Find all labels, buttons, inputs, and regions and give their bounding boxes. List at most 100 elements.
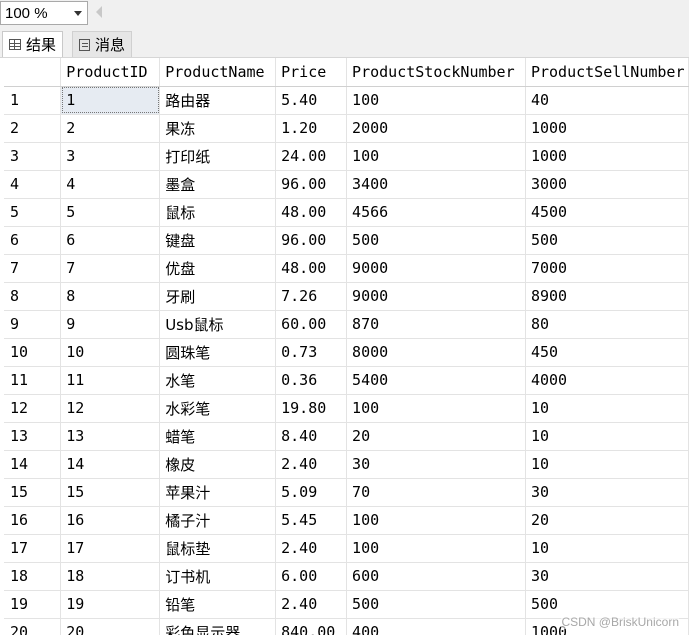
cell-productname[interactable]: 果冻 <box>159 114 277 143</box>
table-row[interactable]: 7 7 优盘 48.00 9000 7000 <box>4 254 689 283</box>
table-row[interactable]: 17 17 鼠标垫 2.40 100 10 <box>4 534 689 563</box>
cell-productid[interactable]: 19 <box>60 590 161 619</box>
cell-productname[interactable]: 订书机 <box>159 562 277 591</box>
cell-productsellnumber[interactable]: 10 <box>525 534 689 563</box>
cell-productname[interactable]: 苹果汁 <box>159 478 277 507</box>
row-number[interactable]: 14 <box>4 450 62 479</box>
cell-productsellnumber[interactable]: 10 <box>525 450 689 479</box>
table-row[interactable]: 9 9 Usb鼠标 60.00 870 80 <box>4 310 689 339</box>
row-number[interactable]: 7 <box>4 254 62 283</box>
cell-productsellnumber[interactable]: 450 <box>525 338 689 367</box>
cell-productid[interactable]: 20 <box>60 618 161 635</box>
table-row[interactable]: 3 3 打印纸 24.00 100 1000 <box>4 142 689 171</box>
cell-productid[interactable]: 5 <box>60 198 161 227</box>
cell-price[interactable]: 0.73 <box>275 338 348 367</box>
cell-productstocknumber[interactable]: 500 <box>346 590 526 619</box>
table-row[interactable]: 12 12 水彩笔 19.80 100 10 <box>4 394 689 423</box>
cell-productstocknumber[interactable]: 870 <box>346 310 526 339</box>
cell-productstocknumber[interactable]: 70 <box>346 478 526 507</box>
cell-productid[interactable]: 1 <box>60 86 161 115</box>
table-row[interactable]: 10 10 圆珠笔 0.73 8000 450 <box>4 338 689 367</box>
zoom-select[interactable]: 100 % <box>0 1 88 25</box>
cell-productsellnumber[interactable]: 3000 <box>525 170 689 199</box>
cell-productid[interactable]: 10 <box>60 338 161 367</box>
cell-productname[interactable]: 彩色显示器 <box>159 618 277 635</box>
cell-productsellnumber[interactable]: 500 <box>525 590 689 619</box>
table-row[interactable]: 16 16 橘子汁 5.45 100 20 <box>4 506 689 535</box>
cell-productstocknumber[interactable]: 100 <box>346 86 526 115</box>
cell-price[interactable]: 19.80 <box>275 394 348 423</box>
table-row[interactable]: 4 4 墨盒 96.00 3400 3000 <box>4 170 689 199</box>
cell-productstocknumber[interactable]: 30 <box>346 450 526 479</box>
cell-productstocknumber[interactable]: 4566 <box>346 198 526 227</box>
cell-productid[interactable]: 18 <box>60 562 161 591</box>
row-number[interactable]: 20 <box>4 618 62 635</box>
cell-price[interactable]: 840.00 <box>275 618 348 635</box>
table-row[interactable]: 15 15 苹果汁 5.09 70 30 <box>4 478 689 507</box>
cell-price[interactable]: 5.09 <box>275 478 348 507</box>
cell-price[interactable]: 2.40 <box>275 590 348 619</box>
cell-price[interactable]: 96.00 <box>275 170 348 199</box>
row-number[interactable]: 1 <box>4 86 62 115</box>
cell-productstocknumber[interactable]: 100 <box>346 142 526 171</box>
cell-productname[interactable]: Usb鼠标 <box>159 310 277 339</box>
row-number[interactable]: 19 <box>4 590 62 619</box>
cell-productsellnumber[interactable]: 30 <box>525 562 689 591</box>
cell-productid[interactable]: 6 <box>60 226 161 255</box>
cell-productname[interactable]: 水笔 <box>159 366 277 395</box>
cell-price[interactable]: 48.00 <box>275 254 348 283</box>
table-row[interactable]: 19 19 铅笔 2.40 500 500 <box>4 590 689 619</box>
cell-productname[interactable]: 蜡笔 <box>159 422 277 451</box>
cell-productstocknumber[interactable]: 500 <box>346 226 526 255</box>
cell-price[interactable]: 2.40 <box>275 450 348 479</box>
row-number[interactable]: 15 <box>4 478 62 507</box>
cell-productstocknumber[interactable]: 600 <box>346 562 526 591</box>
table-row[interactable]: 5 5 鼠标 48.00 4566 4500 <box>4 198 689 227</box>
row-number[interactable]: 2 <box>4 114 62 143</box>
cell-productid[interactable]: 14 <box>60 450 161 479</box>
cell-price[interactable]: 96.00 <box>275 226 348 255</box>
cell-productid[interactable]: 9 <box>60 310 161 339</box>
cell-productid[interactable]: 13 <box>60 422 161 451</box>
table-row[interactable]: 11 11 水笔 0.36 5400 4000 <box>4 366 689 395</box>
cell-productsellnumber[interactable]: 20 <box>525 506 689 535</box>
cell-productstocknumber[interactable]: 100 <box>346 506 526 535</box>
cell-productsellnumber[interactable]: 10 <box>525 422 689 451</box>
cell-productname[interactable]: 橡皮 <box>159 450 277 479</box>
scroll-left-arrow-icon[interactable] <box>96 6 102 18</box>
row-number-header[interactable] <box>4 58 62 87</box>
cell-productsellnumber[interactable]: 1000 <box>525 114 689 143</box>
cell-price[interactable]: 5.40 <box>275 86 348 115</box>
cell-productstocknumber[interactable]: 100 <box>346 534 526 563</box>
row-number[interactable]: 5 <box>4 198 62 227</box>
cell-productid[interactable]: 3 <box>60 142 161 171</box>
row-number[interactable]: 4 <box>4 170 62 199</box>
cell-productsellnumber[interactable]: 4500 <box>525 198 689 227</box>
column-header-productstocknumber[interactable]: ProductStockNumber <box>346 58 526 87</box>
cell-productname[interactable]: 优盘 <box>159 254 277 283</box>
cell-productname[interactable]: 墨盒 <box>159 170 277 199</box>
cell-price[interactable]: 6.00 <box>275 562 348 591</box>
cell-productid[interactable]: 17 <box>60 534 161 563</box>
cell-productsellnumber[interactable]: 30 <box>525 478 689 507</box>
cell-price[interactable]: 0.36 <box>275 366 348 395</box>
table-row[interactable]: 18 18 订书机 6.00 600 30 <box>4 562 689 591</box>
cell-productsellnumber[interactable]: 8900 <box>525 282 689 311</box>
table-row[interactable]: 1 1 路由器 5.40 100 40 <box>4 86 689 115</box>
row-number[interactable]: 3 <box>4 142 62 171</box>
table-row[interactable]: 6 6 键盘 96.00 500 500 <box>4 226 689 255</box>
cell-productsellnumber[interactable]: 10 <box>525 394 689 423</box>
cell-productname[interactable]: 橘子汁 <box>159 506 277 535</box>
cell-productname[interactable]: 键盘 <box>159 226 277 255</box>
cell-price[interactable]: 5.45 <box>275 506 348 535</box>
cell-productstocknumber[interactable]: 20 <box>346 422 526 451</box>
cell-productstocknumber[interactable]: 100 <box>346 394 526 423</box>
tab-results[interactable]: 结果 <box>2 31 64 57</box>
cell-productid[interactable]: 2 <box>60 114 161 143</box>
cell-productsellnumber[interactable]: 40 <box>525 86 689 115</box>
cell-productid[interactable]: 16 <box>60 506 161 535</box>
column-header-productid[interactable]: ProductID <box>60 58 161 87</box>
cell-productname[interactable]: 鼠标垫 <box>159 534 277 563</box>
cell-productname[interactable]: 打印纸 <box>159 142 277 171</box>
table-row[interactable]: 8 8 牙刷 7.26 9000 8900 <box>4 282 689 311</box>
